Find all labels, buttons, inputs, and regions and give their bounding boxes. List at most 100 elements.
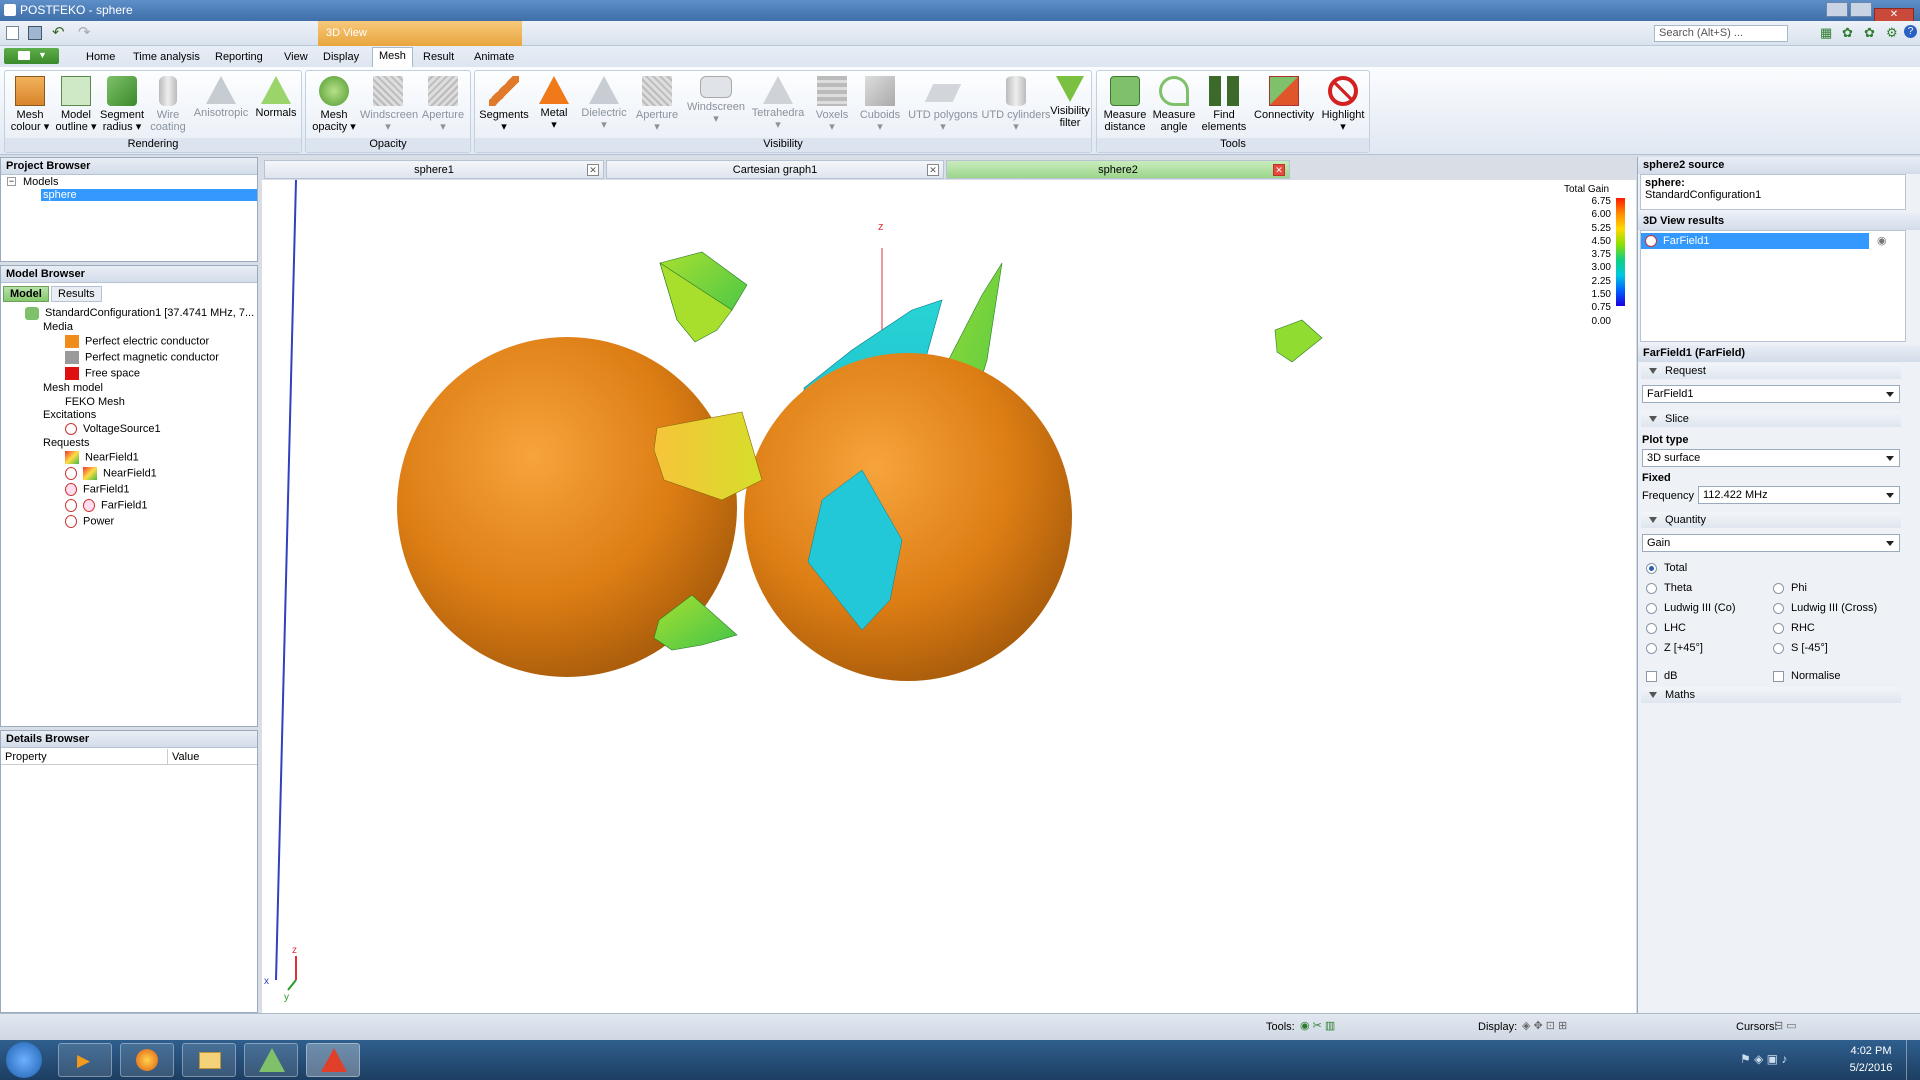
toolbar-icon-1[interactable]: ▦ — [1820, 25, 1832, 41]
section-quantity[interactable]: Quantity — [1641, 512, 1901, 528]
request-farfield-1[interactable]: FarField1 — [65, 483, 129, 496]
tree-models[interactable]: Models — [23, 176, 58, 188]
aperture-opacity-button[interactable]: Aperture ▾ — [416, 76, 470, 133]
tab-view[interactable]: View — [278, 49, 314, 65]
tree-excitations[interactable]: Excitations — [43, 409, 96, 421]
connectivity-button[interactable]: Connectivity — [1251, 76, 1317, 121]
radio-theta[interactable]: Theta — [1646, 582, 1692, 594]
frequency-dropdown[interactable]: 112.422 MHz — [1698, 486, 1900, 504]
radio-ludwig-co[interactable]: Ludwig III (Co) — [1646, 602, 1736, 614]
metal-button[interactable]: Metal ▾ — [531, 76, 577, 131]
undo-icon[interactable]: ↶ — [52, 23, 65, 41]
clock-date[interactable]: 5/2/2016 — [1842, 1062, 1900, 1074]
measure-distance-button[interactable]: Measure distance — [1099, 76, 1151, 133]
wire-coating-button[interactable]: Wire coating — [145, 76, 191, 133]
doc-tab-sphere1[interactable]: sphere1 ✕ — [264, 160, 604, 179]
tab-time-analysis[interactable]: Time analysis — [127, 49, 206, 65]
tab-model[interactable]: Model — [3, 286, 49, 302]
status-tool-icons[interactable]: ◉ ✂ ▥ — [1300, 1019, 1335, 1032]
status-cursor-icons[interactable]: ⊟ ▭ — [1774, 1019, 1797, 1032]
doc-tab-sphere2[interactable]: sphere2 ✕ — [946, 160, 1290, 179]
3d-viewport[interactable]: z x y z x y Total Gain 6.75 6.00 5.25 4.… — [262, 179, 1636, 1015]
close-icon[interactable]: ✕ — [587, 164, 599, 176]
taskbar-firefox[interactable] — [120, 1043, 174, 1077]
anisotropic-button[interactable]: Anisotropic — [193, 76, 249, 119]
tab-reporting[interactable]: Reporting — [209, 49, 269, 65]
minimize-button[interactable] — [1826, 2, 1848, 17]
tab-home[interactable]: Home — [80, 49, 121, 65]
segment-radius-button[interactable]: Segment radius ▾ — [99, 76, 145, 133]
section-slice[interactable]: Slice — [1641, 411, 1901, 427]
media-item-pmc[interactable]: Perfect magnetic conductor — [65, 351, 219, 364]
new-file-icon[interactable] — [6, 26, 19, 40]
tray-icons[interactable]: ⚑ ◈ ▣ ♪ — [1740, 1052, 1787, 1066]
search-input[interactable]: Search (Alt+S) ... — [1654, 25, 1788, 42]
voxels-button[interactable]: Voxels ▾ — [809, 76, 855, 133]
tetrahedra-button[interactable]: Tetrahedra ▾ — [749, 76, 807, 131]
section-maths[interactable]: Maths — [1641, 687, 1901, 703]
request-farfield-2[interactable]: FarField1 — [65, 499, 147, 512]
tree-requests[interactable]: Requests — [43, 437, 89, 449]
toolbar-icon-3[interactable]: ✿ — [1864, 25, 1875, 41]
dielectric-button[interactable]: Dielectric ▾ — [579, 76, 629, 131]
eye-visibility-icon[interactable]: ◉ — [1877, 234, 1887, 247]
help-icon[interactable]: ? — [1904, 25, 1917, 38]
tab-display[interactable]: Display — [317, 49, 365, 65]
tab-mesh[interactable]: Mesh — [372, 47, 413, 67]
doc-tab-cartesian-graph1[interactable]: Cartesian graph1 ✕ — [606, 160, 944, 179]
taskbar-cadfeko[interactable] — [244, 1043, 298, 1077]
radio-lhc[interactable]: LHC — [1646, 622, 1686, 634]
tree-mesh-model[interactable]: Mesh model — [43, 382, 103, 394]
col-value[interactable]: Value — [167, 749, 203, 765]
col-property[interactable]: Property — [5, 751, 47, 763]
radio-total[interactable]: Total — [1646, 562, 1687, 574]
radio-phi[interactable]: Phi — [1773, 582, 1807, 594]
tree-voltage-source[interactable]: VoltageSource1 — [65, 423, 161, 436]
collapse-icon[interactable]: − — [7, 177, 16, 186]
context-tab-3d-view[interactable]: 3D View — [318, 21, 522, 46]
close-icon[interactable]: ✕ — [927, 164, 939, 176]
aperture-visibility-button[interactable]: Aperture ▾ — [631, 76, 683, 133]
cuboids-button[interactable]: Cuboids ▾ — [855, 76, 905, 133]
visibility-filter-button[interactable]: Visibility filter — [1047, 76, 1093, 129]
taskbar-postfeko[interactable] — [306, 1043, 360, 1077]
mesh-opacity-button[interactable]: Mesh opacity ▾ — [308, 76, 360, 133]
tree-media[interactable]: Media — [43, 321, 73, 333]
windscreen-visibility-button[interactable]: Windscreen ▾ — [685, 76, 747, 125]
quantity-dropdown[interactable]: Gain — [1642, 534, 1900, 552]
radio-s-minus-45[interactable]: S [-45°] — [1773, 642, 1828, 654]
redo-icon[interactable]: ↷ — [78, 23, 91, 41]
toolbar-icon-4[interactable]: ⚙ — [1886, 25, 1898, 41]
start-button[interactable] — [6, 1042, 42, 1078]
status-display-icons[interactable]: ◈ ✥ ⊡ ⊞ — [1522, 1019, 1567, 1032]
checkbox-db[interactable]: dB — [1646, 670, 1677, 682]
request-dropdown[interactable]: FarField1 — [1642, 385, 1900, 403]
tree-configuration[interactable]: StandardConfiguration1 [37.4741 MHz, 7..… — [45, 307, 254, 319]
plot-type-dropdown[interactable]: 3D surface — [1642, 449, 1900, 467]
mesh-colour-button[interactable]: Mesh colour ▾ — [7, 76, 53, 133]
tree-sphere-selected[interactable]: sphere — [41, 189, 257, 201]
clock-time[interactable]: 4:02 PM — [1846, 1045, 1896, 1057]
maximize-button[interactable] — [1850, 2, 1872, 17]
taskbar-explorer[interactable] — [182, 1043, 236, 1077]
utd-cylinders-button[interactable]: UTD cylinders ▾ — [981, 76, 1051, 133]
save-icon[interactable] — [28, 26, 42, 40]
normals-button[interactable]: Normals — [253, 76, 299, 119]
close-icon[interactable]: ✕ — [1273, 164, 1285, 176]
request-power[interactable]: Power — [65, 515, 114, 528]
toolbar-icon-2[interactable]: ✿ — [1842, 25, 1853, 41]
radio-rhc[interactable]: RHC — [1773, 622, 1815, 634]
taskbar-media-player[interactable]: ▶ — [58, 1043, 112, 1077]
tree-feko-mesh[interactable]: FEKO Mesh — [65, 396, 125, 408]
section-request[interactable]: Request — [1641, 363, 1901, 379]
request-nearfield-2[interactable]: NearField1 — [65, 467, 157, 480]
checkbox-normalise[interactable]: Normalise — [1773, 670, 1841, 682]
media-item-pec[interactable]: Perfect electric conductor — [65, 335, 209, 348]
highlight-button[interactable]: Highlight ▾ — [1317, 76, 1369, 133]
find-elements-button[interactable]: Find elements — [1197, 76, 1251, 133]
model-outline-button[interactable]: Model outline ▾ — [53, 76, 99, 133]
measure-angle-button[interactable]: Measure angle — [1149, 76, 1199, 133]
result-item-farfield1[interactable]: FarField1 — [1641, 233, 1869, 249]
media-item-free-space[interactable]: Free space — [65, 367, 140, 380]
request-nearfield-1[interactable]: NearField1 — [65, 451, 139, 464]
